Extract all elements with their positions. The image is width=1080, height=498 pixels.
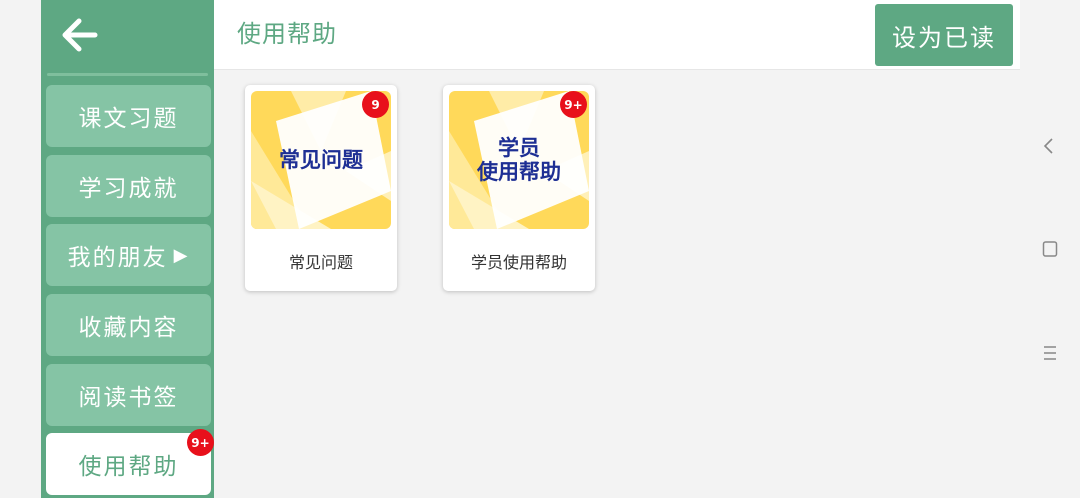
- sidebar-item-label: 使用帮助: [78, 454, 179, 480]
- system-menu-button[interactable]: [1042, 344, 1058, 366]
- sidebar-item-achievements[interactable]: 学习成就: [46, 155, 211, 217]
- thumbnail-title-line1: 学员: [498, 136, 540, 160]
- sidebar-item-favorites[interactable]: 收藏内容: [46, 294, 211, 356]
- sidebar-item-label: 阅读书签: [78, 385, 179, 411]
- square-icon: [1042, 241, 1058, 257]
- sidebar-item-my-friends[interactable]: 我的朋友 ▶: [46, 224, 211, 286]
- card-label: 学员使用帮助: [470, 253, 567, 272]
- header: 使用帮助 设为已读: [214, 0, 1020, 70]
- thumbnail-title: 常见问题: [279, 148, 363, 172]
- sidebar-item-label: 我的朋友: [67, 245, 168, 271]
- sidebar-item-label: 收藏内容: [78, 315, 179, 341]
- help-card-student-guide[interactable]: 学员 使用帮助 9+ 学员使用帮助: [443, 85, 595, 291]
- page-title: 使用帮助: [237, 20, 337, 48]
- menu-icon: [1044, 346, 1056, 360]
- sidebar-item-lesson-exercises[interactable]: 课文习题: [46, 85, 211, 147]
- thumbnail-title-line2: 使用帮助: [477, 160, 561, 184]
- chevron-left-icon: [1043, 138, 1053, 154]
- unread-badge: 9: [362, 91, 389, 118]
- unread-badge: 9+: [560, 91, 587, 118]
- sidebar-item-bookmarks[interactable]: 阅读书签: [46, 364, 211, 426]
- back-arrow-icon: [62, 18, 98, 52]
- help-card-faq[interactable]: 常见问题 9 常见问题: [245, 85, 397, 291]
- back-button[interactable]: [41, 0, 214, 70]
- system-nav-bar: [1020, 0, 1080, 498]
- sidebar-divider: [47, 73, 208, 76]
- system-home-button[interactable]: [1042, 240, 1058, 262]
- left-gutter: [0, 0, 41, 498]
- mark-as-read-button[interactable]: 设为已读: [875, 4, 1013, 66]
- card-label: 常见问题: [288, 253, 353, 272]
- sidebar-item-label: 课文习题: [78, 106, 179, 132]
- play-arrow-icon: ▶: [173, 244, 190, 266]
- sidebar: 课文习题 学习成就 我的朋友 ▶ 收藏内容 阅读书签 使用帮助 9+: [41, 0, 214, 498]
- system-back-button[interactable]: [1042, 136, 1056, 160]
- sidebar-item-label: 学习成就: [78, 176, 179, 202]
- unread-badge: 9+: [187, 429, 214, 456]
